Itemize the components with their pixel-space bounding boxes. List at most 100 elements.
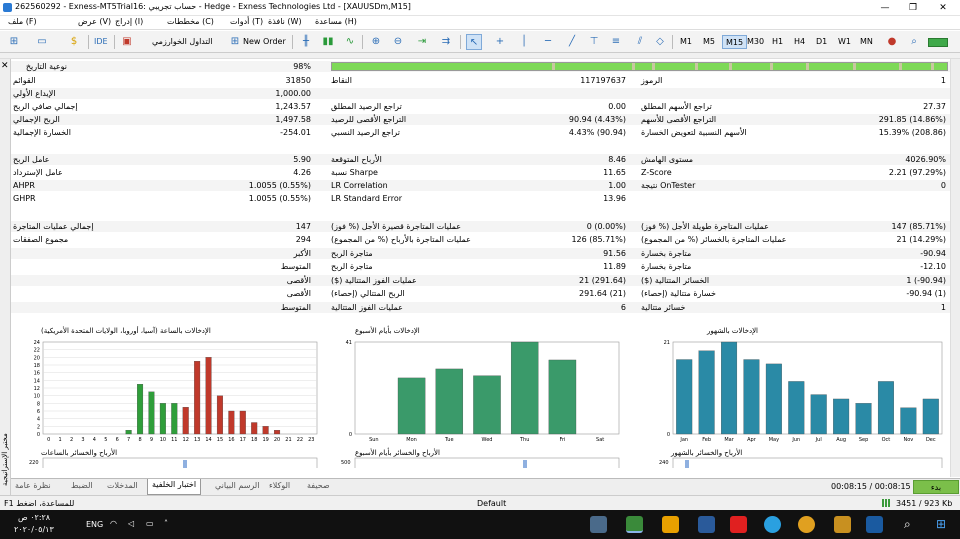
report-value: 21 (14.29%) (896, 235, 946, 244)
explorer-taskbar-icon[interactable] (834, 516, 851, 533)
report-scrollbar[interactable] (950, 59, 960, 477)
chart-shift-icon[interactable]: ⇥ (414, 34, 430, 50)
tf-m5[interactable]: M5 (700, 35, 718, 49)
chart-bar (922, 398, 939, 435)
menu-help[interactable]: مساعدة (H) (315, 17, 357, 26)
zoom-out-icon[interactable]: ⊖ (390, 34, 406, 50)
bar-chart-icon[interactable]: ╫ (298, 34, 314, 50)
signal-indicator (928, 38, 948, 47)
x-tick-label: 16 (228, 437, 234, 443)
search-icon[interactable]: ⌕ (906, 34, 922, 50)
report-value: 1,497.58 (275, 115, 311, 124)
close-button[interactable]: ✕ (928, 1, 958, 15)
y-tick-label: 14 (34, 378, 40, 384)
report-label: الربح الإجمالي (13, 115, 60, 124)
chart-bar (855, 403, 872, 435)
chart-bar (721, 341, 738, 435)
chart-bar (125, 430, 132, 435)
tab-graph[interactable]: الرسم البياني (215, 481, 259, 490)
vertical-line-icon[interactable]: │ (516, 34, 532, 50)
tf-d1[interactable]: D1 (813, 35, 830, 49)
tab-journal[interactable]: صحيفة (307, 481, 330, 490)
report-label: إجمالي عمليات المتاجرة (13, 222, 94, 231)
tf-m30[interactable]: M30 (744, 35, 767, 49)
channel-icon[interactable]: ⫽ (632, 34, 648, 50)
start-button[interactable]: بدء (913, 480, 959, 494)
mt5-taskbar-icon[interactable] (626, 516, 643, 533)
market-icon[interactable]: $ (66, 34, 82, 50)
taskbar-app-icon[interactable] (590, 516, 607, 533)
profiles-icon[interactable]: ▭ (34, 34, 50, 50)
report-value: -12.10 (920, 262, 946, 271)
battery-icon[interactable]: ▭ (146, 519, 154, 528)
candlestick-icon[interactable]: ▮▮ (320, 34, 336, 50)
menu-tools[interactable]: أدوات (T) (230, 17, 263, 26)
chart-bar (833, 398, 850, 435)
tab-overview[interactable]: نظرة عامة (15, 481, 51, 490)
x-tick-label: 22 (297, 437, 303, 443)
y-tick-label: 41 (346, 340, 352, 346)
fibonacci-icon[interactable]: ≡ (608, 34, 624, 50)
clock-time: ٠٢:٢٨ ص (18, 513, 51, 522)
close-panel-icon[interactable]: ✕ (1, 61, 9, 71)
start-menu-icon[interactable]: ⊞ (936, 517, 946, 531)
tray-arrow-icon[interactable]: ˄ (164, 519, 168, 528)
report-label: الأقصى (286, 276, 311, 285)
report-label: القوائم (13, 76, 36, 85)
chart-bar (788, 381, 805, 435)
crosshair-icon[interactable]: + (492, 34, 508, 50)
store-taskbar-icon[interactable] (866, 516, 883, 533)
shapes-icon[interactable]: ◇ (652, 34, 668, 50)
hours-chart-title: الإدخالات بالساعة (آسيا، أوروبا، الولايا… (41, 327, 211, 335)
autoscroll-icon[interactable]: ⇉ (438, 34, 454, 50)
report-value: -90.94 (1) (906, 289, 946, 298)
horizontal-line-icon[interactable]: ─ (540, 34, 556, 50)
chrome-taskbar-icon[interactable] (798, 516, 815, 533)
line-chart-icon[interactable]: ∿ (342, 34, 358, 50)
algo-trading-button[interactable]: التداول الخوارزمي (152, 34, 213, 50)
new-chart-icon[interactable]: ⊞ (6, 34, 22, 50)
tab-backtest[interactable]: اختبار الخلفية (147, 479, 202, 495)
status-traffic: 3451 / 923 Kb (896, 499, 953, 508)
status-help: F1 للمساعدة، اضغط (4, 499, 75, 508)
volume-icon[interactable]: ◁ (128, 519, 134, 528)
hours-pl-title: الأرباح والخسائر بالساعات (41, 449, 118, 457)
youtube-taskbar-icon[interactable] (730, 516, 747, 533)
tf-h4[interactable]: H4 (791, 35, 808, 49)
restore-button[interactable]: ❐ (898, 1, 928, 15)
ide-button[interactable]: IDE (94, 34, 108, 50)
tf-w1[interactable]: W1 (835, 35, 854, 49)
menu-file[interactable]: ملف (F) (8, 17, 37, 26)
x-tick-label: 13 (194, 437, 200, 443)
text-tool-icon[interactable]: ⊤ (586, 34, 602, 50)
report-value: -254.01 (280, 128, 311, 137)
word-taskbar-icon[interactable] (698, 516, 715, 533)
report-value: 8.46 (608, 155, 626, 164)
menu-view[interactable]: عرض (V) (78, 17, 111, 26)
tf-mn[interactable]: MN (857, 35, 876, 49)
files-taskbar-icon[interactable] (662, 516, 679, 533)
minimize-button[interactable]: — (870, 1, 900, 15)
tab-agents[interactable]: الوكلاء (269, 481, 290, 490)
language-indicator[interactable]: ENG (86, 520, 103, 529)
tab-settings[interactable]: الضبط (71, 481, 93, 490)
x-tick-label: Jun (791, 437, 800, 443)
notifications-icon[interactable]: ● (884, 34, 900, 50)
menu-insert[interactable]: إدراج (I) (115, 17, 143, 26)
weekdays-chart: الإدخالات بأيام الأسبوع 41 0 Sun Mon Tue Wed T… (341, 318, 621, 478)
cursor-icon[interactable]: ↖ (466, 34, 482, 50)
tab-inputs[interactable]: المدخلات (107, 481, 138, 490)
search-icon[interactable]: ⌕ (904, 517, 911, 532)
trendline-icon[interactable]: ╱ (564, 34, 580, 50)
new-order-button[interactable]: New Order (243, 34, 286, 50)
tf-m1[interactable]: M1 (677, 35, 695, 49)
telegram-taskbar-icon[interactable] (764, 516, 781, 533)
report-label: تراجع الرصيد المطلق (331, 102, 402, 111)
wifi-icon[interactable]: ◠ (110, 519, 117, 528)
tf-h1[interactable]: H1 (769, 35, 786, 49)
report-label: عمليات المتاجرة بالأرباح (% من المجموع) (331, 235, 471, 244)
report-value: الربح المتتالي (إحصاء) (331, 289, 405, 298)
menu-charts[interactable]: مخططات (C) (167, 17, 214, 26)
zoom-in-icon[interactable]: ⊕ (368, 34, 384, 50)
menu-window[interactable]: نافذة (W) (268, 17, 302, 26)
